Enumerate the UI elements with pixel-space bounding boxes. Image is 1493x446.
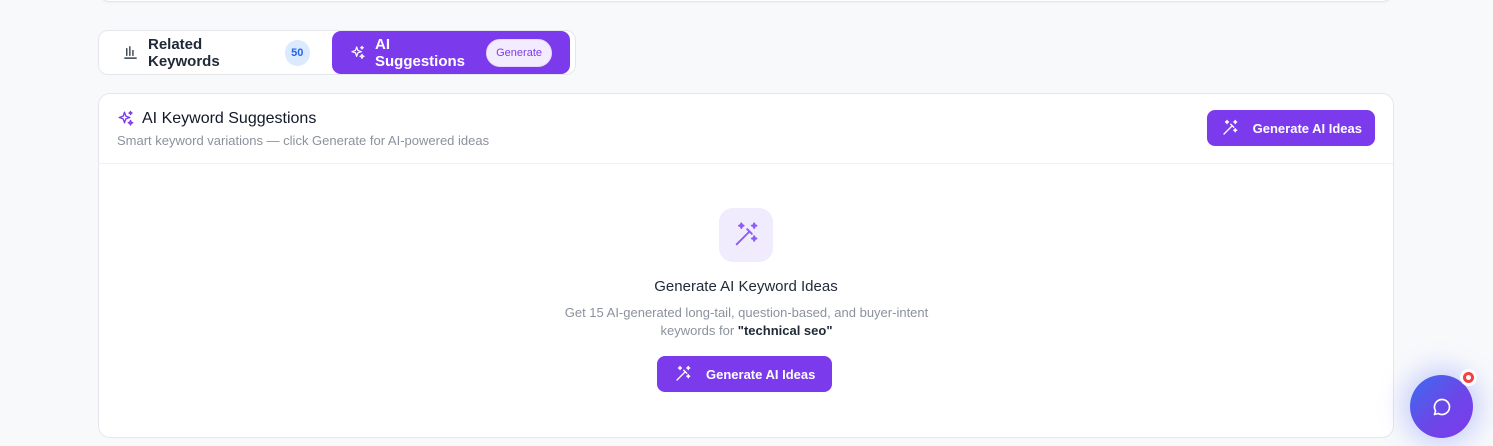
target-keyword: "technical seo" xyxy=(737,323,833,338)
magic-wand-icon xyxy=(719,208,773,262)
card-header: AI Keyword Suggestions Smart keyword var… xyxy=(99,94,1393,164)
sparkles-icon xyxy=(117,110,135,128)
tab-ai-label: AI Suggestions xyxy=(375,35,466,70)
keyword-count-badge: 50 xyxy=(284,39,310,66)
empty-state-description: Get 15 AI-generated long-tail, question-… xyxy=(559,304,934,340)
empty-state-title: Generate AI Keyword Ideas xyxy=(654,278,838,295)
magic-wand-icon xyxy=(1221,119,1239,137)
sparkles-icon xyxy=(350,45,366,61)
card-title-text: AI Keyword Suggestions xyxy=(142,110,317,127)
magic-wand-icon xyxy=(674,365,692,383)
tab-bar: Related Keywords 50 AI Suggestions Gener… xyxy=(98,30,576,75)
previous-card xyxy=(98,0,1394,2)
tab-related-keywords[interactable]: Related Keywords 50 xyxy=(99,31,332,74)
generate-ai-ideas-label: Generate AI Ideas xyxy=(706,366,816,382)
notification-dot xyxy=(1460,369,1477,386)
ai-suggestions-card: AI Keyword Suggestions Smart keyword var… xyxy=(98,93,1394,438)
card-subtitle: Smart keyword variations — click Generat… xyxy=(117,133,490,148)
generate-ai-ideas-header-button[interactable]: Generate AI Ideas xyxy=(1206,110,1375,146)
tab-related-label: Related Keywords xyxy=(148,35,220,70)
generate-badge: Generate xyxy=(486,38,552,67)
generate-ai-ideas-header-label: Generate AI Ideas xyxy=(1252,120,1362,136)
chat-bubble-icon xyxy=(1432,397,1452,417)
card-title: AI Keyword Suggestions xyxy=(117,110,316,128)
bar-chart-icon xyxy=(123,45,138,60)
generate-ai-ideas-button[interactable]: Generate AI Ideas xyxy=(657,356,833,392)
tab-ai-suggestions[interactable]: AI Suggestions Generate xyxy=(332,31,570,74)
